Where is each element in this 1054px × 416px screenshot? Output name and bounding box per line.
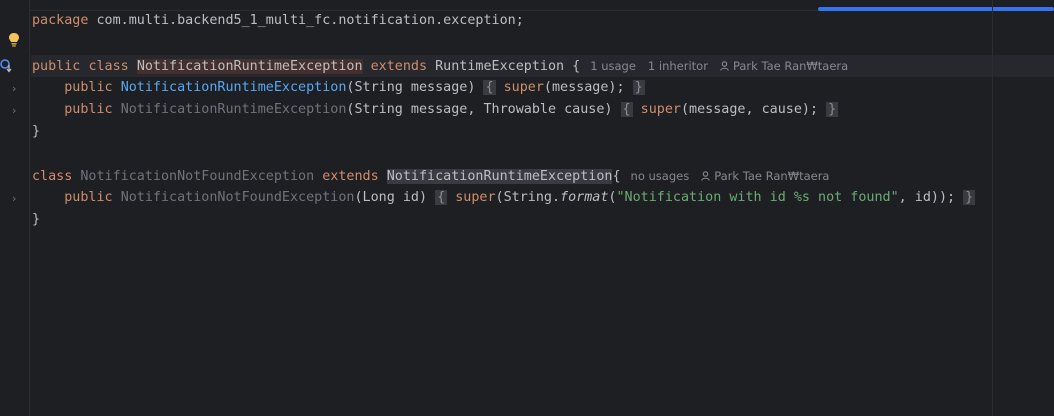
code-line-package: package com.multi.backend5_1_multi_fc.no…: [32, 10, 524, 32]
folded-brace[interactable]: }: [632, 80, 645, 95]
closing-brace: }: [32, 124, 41, 139]
code-line-class-declaration: public class NotificationRuntimeExceptio…: [32, 55, 848, 77]
class-name[interactable]: NotificationRuntimeException: [136, 59, 363, 74]
code-line-class-declaration-2: class NotificationNotFoundException exte…: [32, 165, 829, 187]
author-name: Park Tae Ran₩taera: [714, 169, 830, 183]
method-name[interactable]: format: [560, 190, 608, 205]
parent-class[interactable]: NotificationRuntimeException: [386, 169, 613, 184]
author-name: Park Tae Ran₩taera: [732, 59, 849, 73]
constructor-name[interactable]: NotificationNotFoundException: [121, 190, 355, 205]
code-line-constructor-2: public NotificationRuntimeException(Stri…: [32, 99, 839, 121]
folded-brace[interactable]: {: [483, 80, 496, 95]
chevron-right-icon[interactable]: ›: [12, 105, 20, 116]
code-line-constructor-3: public NotificationNotFoundException(Lon…: [32, 187, 976, 209]
keyword: super: [455, 190, 496, 205]
parent-class[interactable]: RuntimeException: [435, 59, 564, 74]
keyword: extends: [322, 169, 379, 184]
chevron-right-icon[interactable]: ›: [12, 83, 20, 94]
folded-brace[interactable]: }: [963, 190, 976, 205]
folded-brace[interactable]: }: [826, 102, 839, 117]
string-literal: "Notification with id %s not found": [616, 190, 899, 205]
brace: {: [564, 59, 581, 74]
inheritors-hint[interactable]: 1 inheritor: [648, 59, 708, 73]
author-hint[interactable]: Park Tae Ran₩taera: [701, 169, 829, 183]
call-args: (message);: [543, 80, 625, 95]
call-args: (message, cause);: [680, 102, 819, 117]
usages-hint[interactable]: 1 usage: [590, 59, 636, 73]
keyword: public: [64, 102, 113, 117]
params: (String message, Throwable cause): [346, 102, 613, 117]
code-editor[interactable]: package com.multi.backend5_1_multi_fc.no…: [30, 0, 1054, 416]
keyword: package: [32, 13, 89, 28]
implementations-icon[interactable]: [0, 59, 12, 73]
user-icon: [701, 171, 710, 181]
user-icon: [720, 61, 729, 71]
folded-brace[interactable]: {: [435, 190, 448, 205]
params: (Long id): [354, 190, 428, 205]
author-hint[interactable]: Park Tae Ran₩taera: [720, 59, 848, 73]
keyword: class: [88, 59, 129, 74]
code-line-close-2: }: [32, 209, 40, 231]
keyword: public: [64, 190, 113, 205]
chevron-right-icon[interactable]: ›: [12, 193, 20, 204]
keyword: extends: [370, 59, 428, 74]
class-name[interactable]: NotificationNotFoundException: [80, 169, 314, 184]
keyword: public: [32, 59, 81, 74]
editor-gutter: › › ›: [0, 0, 30, 416]
constructor-name[interactable]: NotificationRuntimeException: [121, 80, 347, 95]
brace: {: [612, 169, 621, 184]
call-suffix: , id));: [898, 190, 956, 205]
keyword: super: [640, 102, 681, 117]
lightbulb-icon[interactable]: [8, 32, 20, 48]
keyword: public: [64, 80, 113, 95]
folded-brace[interactable]: {: [620, 102, 633, 117]
code-line-close: }: [32, 121, 40, 143]
code-line-constructor-1: public NotificationRuntimeException(Stri…: [32, 77, 645, 99]
keyword: class: [32, 169, 73, 184]
params: (String message): [346, 80, 476, 95]
closing-brace: }: [32, 212, 41, 227]
call-prefix: (String.: [495, 190, 561, 205]
package-path: com.multi.backend5_1_multi_fc.notificati…: [88, 13, 524, 28]
constructor-name[interactable]: NotificationRuntimeException: [121, 102, 347, 117]
usages-hint[interactable]: no usages: [631, 169, 690, 183]
keyword: super: [503, 80, 544, 95]
